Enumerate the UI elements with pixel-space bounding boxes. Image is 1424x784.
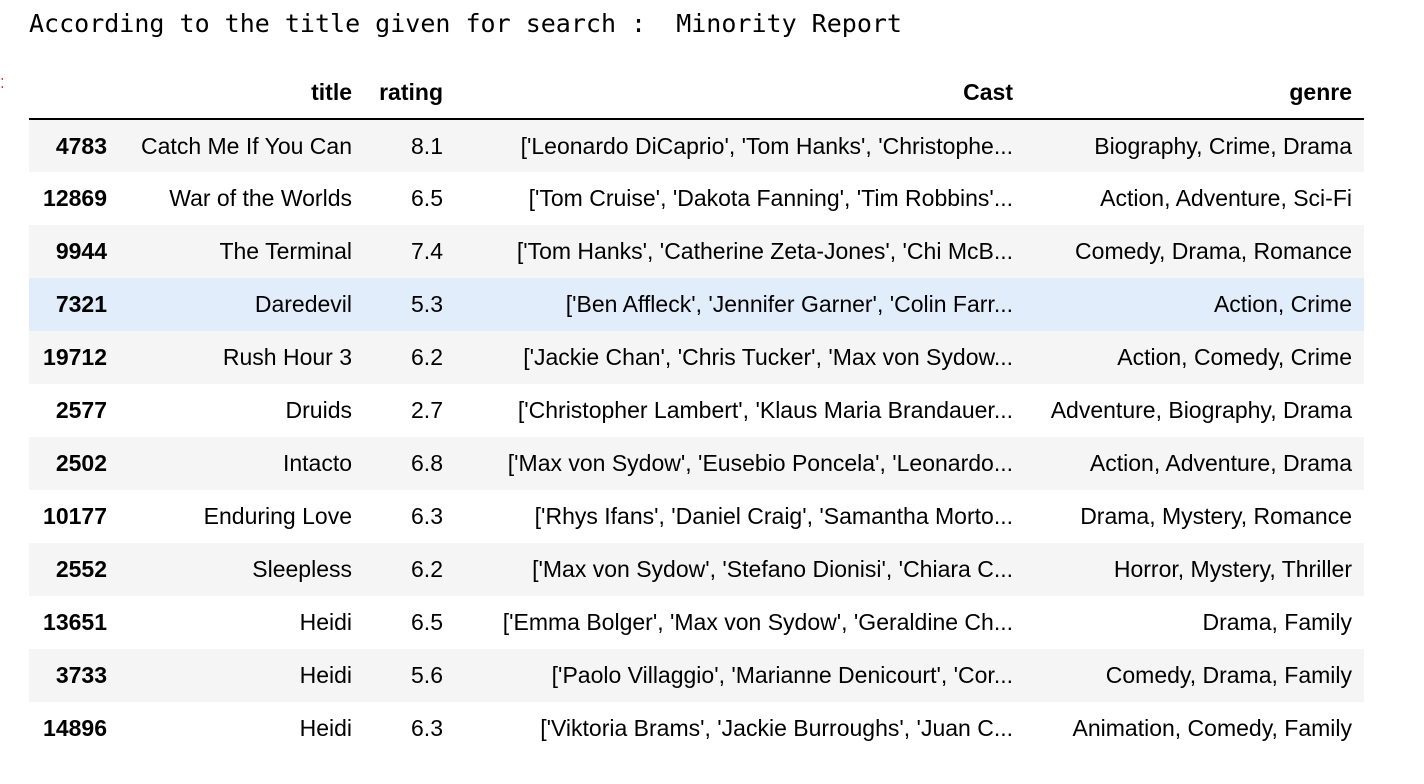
cell-genre: Drama, Family xyxy=(1202,609,1352,635)
table-header: title rating Cast genre xyxy=(29,67,1364,120)
table-row[interactable]: 2552 Sleepless 6.2 ['Max von Sydow', 'Stefa… xyxy=(29,543,1364,596)
cell-title: Heidi xyxy=(299,662,352,688)
cell-genre: Action, Comedy, Crime xyxy=(1117,344,1352,370)
cell-genre: Biography, Crime, Drama xyxy=(1094,132,1352,159)
cell-cast: ['Rhys Ifans', 'Daniel Craig', 'Samantha… xyxy=(534,503,1013,529)
cell-title: Catch Me If You Can xyxy=(141,132,352,159)
table-row[interactable]: 3733 Heidi 5.6 ['Paolo Villaggio', 'Mariann… xyxy=(29,649,1364,702)
output-prompt-marker: : xyxy=(0,72,3,92)
cell-cast: ['Tom Hanks', 'Catherine Zeta-Jones', 'C… xyxy=(516,238,1013,264)
cell-rating: 6.3 xyxy=(411,503,443,529)
cell-genre: Action, Crime xyxy=(1213,291,1352,317)
cell-rating: 6.8 xyxy=(411,450,443,476)
cell-rating: 6.2 xyxy=(411,556,443,582)
cell-rating: 6.5 xyxy=(411,185,443,211)
cell-genre: Comedy, Drama, Family xyxy=(1105,662,1352,688)
row-index: 7321 xyxy=(55,291,107,317)
cell-title: War of the Worlds xyxy=(169,185,352,211)
cell-cast: ['Viktoria Brams', 'Jackie Burroughs', '… xyxy=(540,715,1013,741)
cell-title: Intacto xyxy=(282,450,352,476)
table-row[interactable]: 10177 Enduring Love 6.3 ['Rhys Ifans', 'Dan… xyxy=(29,490,1364,543)
row-index: 13651 xyxy=(43,609,107,635)
cell-cast: ['Leonardo DiCaprio', 'Tom Hanks', 'Chri… xyxy=(520,132,1013,159)
cell-title: Sleepless xyxy=(252,556,352,582)
cell-genre: Action, Adventure, Sci-Fi xyxy=(1100,185,1352,211)
table-body: 4783 Catch Me If You Can 8.1 ['Leonardo DiC… xyxy=(29,119,1364,755)
header-rating: rating xyxy=(364,67,455,120)
header-row: title rating Cast genre xyxy=(29,67,1364,120)
cell-title: Heidi xyxy=(299,609,352,635)
cell-rating: 5.3 xyxy=(411,291,443,317)
cell-cast: ['Jackie Chan', 'Chris Tucker', 'Max von… xyxy=(523,344,1013,370)
cell-genre: Adventure, Biography, Drama xyxy=(1050,397,1352,423)
table-row[interactable]: 19712 Rush Hour 3 6.2 ['Jackie Chan', 'Chri… xyxy=(29,331,1364,384)
cell-cast: ['Emma Bolger', 'Max von Sydow', 'Gerald… xyxy=(502,609,1013,635)
cell-genre: Horror, Mystery, Thriller xyxy=(1113,556,1352,582)
header-index xyxy=(29,67,119,120)
header-genre: genre xyxy=(1025,67,1364,120)
cell-title: Druids xyxy=(285,397,352,423)
row-index: 2552 xyxy=(55,556,107,582)
table-row[interactable]: 7321 Daredevil 5.3 ['Ben Affleck', 'Jennife… xyxy=(29,278,1364,331)
cell-cast: ['Paolo Villaggio', 'Marianne Denicourt'… xyxy=(551,662,1013,688)
table-row[interactable]: 4783 Catch Me If You Can 8.1 ['Leonardo DiC… xyxy=(29,119,1364,172)
cell-rating: 6.3 xyxy=(411,715,443,741)
row-index: 10177 xyxy=(43,503,107,529)
row-index: 14896 xyxy=(43,715,107,741)
table-row[interactable]: 9944 The Terminal 7.4 ['Tom Hanks', 'Cather… xyxy=(29,225,1364,278)
cell-rating: 6.5 xyxy=(411,609,443,635)
cell-title: Enduring Love xyxy=(203,503,352,529)
header-cast: Cast xyxy=(455,67,1025,120)
row-index: 3733 xyxy=(55,662,107,688)
cell-genre: Animation, Comedy, Family xyxy=(1072,715,1353,741)
row-index: 9944 xyxy=(55,238,107,264)
cell-rating: 8.1 xyxy=(411,132,443,159)
cell-cast: ['Ben Affleck', 'Jennifer Garner', 'Coli… xyxy=(565,291,1013,317)
cell-rating: 5.6 xyxy=(411,662,443,688)
table-row[interactable]: 2577 Druids 2.7 ['Christopher Lambert', 'Kl… xyxy=(29,384,1364,437)
cell-rating: 2.7 xyxy=(411,397,443,423)
cell-title: Rush Hour 3 xyxy=(222,344,352,370)
cell-title: The Terminal xyxy=(219,238,352,264)
row-index: 2577 xyxy=(55,397,107,423)
table-row[interactable]: 2502 Intacto 6.8 ['Max von Sydow', 'Eusebio… xyxy=(29,437,1364,490)
cell-genre: Drama, Mystery, Romance xyxy=(1080,503,1352,529)
row-index: 19712 xyxy=(43,344,107,370)
cell-cast: ['Christopher Lambert', 'Klaus Maria Bra… xyxy=(517,397,1013,423)
cell-genre: Action, Adventure, Drama xyxy=(1089,450,1352,476)
row-index: 4783 xyxy=(55,132,107,159)
cell-rating: 6.2 xyxy=(411,344,443,370)
header-title: title xyxy=(119,67,364,120)
row-index: 12869 xyxy=(43,185,107,211)
cell-cast: ['Max von Sydow', 'Stefano Dionisi', 'Ch… xyxy=(532,556,1013,582)
table-row[interactable]: 13651 Heidi 6.5 ['Emma Bolger', 'Max von Sy… xyxy=(29,596,1364,649)
cell-output-area: : According to the title given for searc… xyxy=(0,0,1424,784)
cell-title: Heidi xyxy=(299,715,352,741)
table-row[interactable]: 12869 War of the Worlds 6.5 ['Tom Cruise', … xyxy=(29,172,1364,225)
cell-title: Daredevil xyxy=(254,291,352,317)
cell-rating: 7.4 xyxy=(411,238,443,264)
stdout-text: According to the title given for search … xyxy=(29,9,902,38)
cell-genre: Comedy, Drama, Romance xyxy=(1075,238,1352,264)
dataframe-table: title rating Cast genre 4783 Catch Me If … xyxy=(29,67,1364,755)
cell-cast: ['Max von Sydow', 'Eusebio Poncela', 'Le… xyxy=(507,450,1013,476)
row-index: 2502 xyxy=(55,450,107,476)
cell-cast: ['Tom Cruise', 'Dakota Fanning', 'Tim Ro… xyxy=(528,185,1013,211)
table-row[interactable]: 14896 Heidi 6.3 ['Viktoria Brams', 'Jackie … xyxy=(29,702,1364,755)
